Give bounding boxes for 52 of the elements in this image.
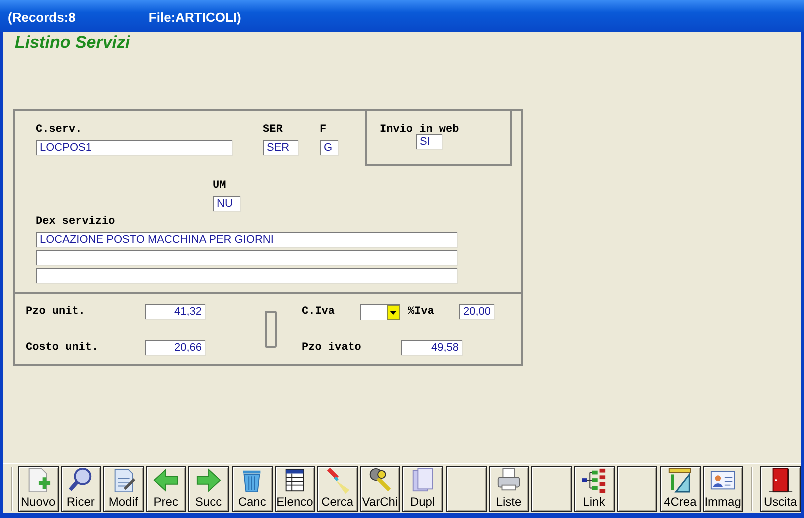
blank-button[interactable]: [616, 466, 658, 512]
toolbar-button[interactable]: Dupl: [402, 466, 444, 512]
blank-button[interactable]: [446, 466, 487, 512]
printer-icon: [495, 466, 523, 494]
toolbar-button[interactable]: Uscita: [760, 466, 801, 512]
input-field[interactable]: 20,66: [145, 340, 206, 356]
field-label: C.Iva: [302, 305, 336, 319]
input-field[interactable]: SER: [263, 140, 299, 156]
input-field[interactable]: 41,32: [145, 304, 206, 320]
toolbar-button[interactable]: Modif: [103, 466, 144, 512]
door-icon: [766, 466, 795, 494]
toolbar-button[interactable]: Elenco: [274, 466, 316, 512]
toolbar-button[interactable]: Ricer: [60, 466, 102, 512]
records-count: (Records:8: [8, 10, 76, 24]
input-field[interactable]: LOCPOS1: [36, 140, 233, 156]
input-field[interactable]: [36, 250, 458, 266]
field-label: Invio in web: [380, 123, 460, 137]
input-field[interactable]: [36, 268, 458, 284]
toolbar-button[interactable]: 4Crea: [660, 466, 701, 512]
slot-frame: [265, 311, 277, 348]
caret-icon: [390, 310, 397, 314]
input-field[interactable]: LOCAZIONE POSTO MACCHINA PER GIORNI: [36, 232, 458, 248]
field-label: Pzo unit.: [26, 305, 86, 319]
toolbar-button[interactable]: Prec: [146, 466, 186, 512]
field-label: UM: [213, 179, 228, 193]
field-label: Dex servizio: [36, 215, 116, 229]
toolbar-button[interactable]: Canc: [232, 466, 273, 512]
left-arrow-icon: [152, 466, 180, 494]
toolbar-button[interactable]: Liste: [488, 466, 530, 512]
input-field[interactable]: 20,00: [459, 304, 495, 320]
field-label: Costo unit.: [26, 341, 100, 355]
hierarchy-icon: [580, 466, 608, 494]
blank-button[interactable]: [531, 466, 572, 512]
field-label: %Iva: [408, 305, 436, 319]
file-name: File:ARTICOLI): [148, 10, 242, 24]
dropdown[interactable]: [360, 304, 400, 320]
toolbar-button[interactable]: Cerca: [317, 466, 358, 512]
field-label: F: [320, 123, 328, 137]
field-label: Pzo ivato: [302, 341, 362, 355]
toolbar-button[interactable]: Immag: [702, 466, 744, 512]
input-field[interactable]: SI: [416, 134, 443, 150]
toolbar-button[interactable]: Nuovo: [18, 466, 59, 512]
input-field[interactable]: G: [320, 140, 339, 156]
field-label: SER: [263, 123, 284, 137]
field-label: C.serv.: [36, 123, 84, 137]
toolbar-button[interactable]: Link: [574, 466, 615, 512]
toolbar-button[interactable]: Succ: [188, 466, 230, 512]
right-arrow-icon: [194, 466, 223, 494]
form-heading: Listino Servizi: [15, 33, 132, 53]
toolbar-button[interactable]: VarChi: [360, 466, 400, 512]
input-field[interactable]: 49,58: [401, 340, 463, 356]
input-field[interactable]: NU: [213, 196, 241, 212]
